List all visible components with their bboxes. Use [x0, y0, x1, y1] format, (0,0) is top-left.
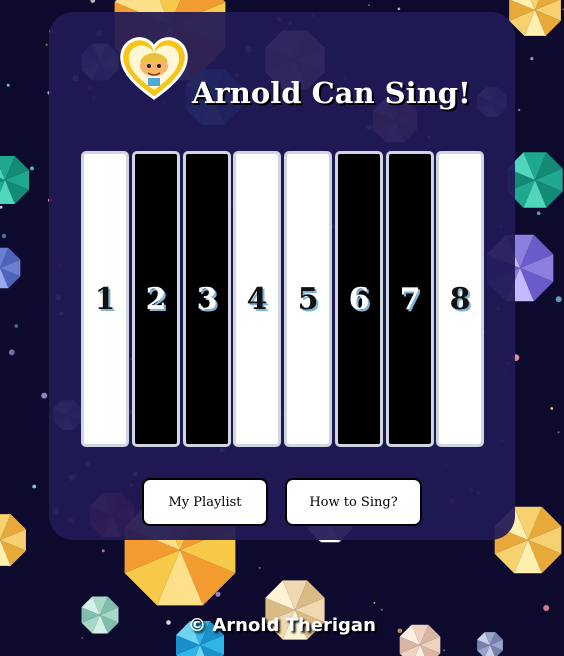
- star: [530, 57, 534, 61]
- star: [81, 637, 83, 639]
- piano-keys: 1 2 3 4 5 6 7 8: [81, 151, 484, 447]
- star: [397, 7, 401, 11]
- key-label: 8: [449, 281, 471, 317]
- my-playlist-button[interactable]: My Playlist: [142, 478, 268, 526]
- star: [1, 233, 7, 239]
- star: [215, 591, 221, 597]
- star: [101, 549, 105, 553]
- gem-shape: [507, 152, 563, 208]
- star: [32, 484, 37, 489]
- key-7[interactable]: 7: [386, 151, 434, 447]
- star: [536, 211, 541, 215]
- key-5[interactable]: 5: [284, 151, 332, 447]
- key-label: 1: [94, 281, 116, 317]
- star: [41, 392, 48, 399]
- star: [14, 324, 19, 328]
- star: [555, 296, 562, 303]
- star: [373, 602, 376, 604]
- key-2[interactable]: 2: [132, 151, 180, 447]
- star: [543, 605, 550, 611]
- star: [45, 43, 48, 47]
- key-8[interactable]: 8: [436, 151, 484, 447]
- star: [518, 108, 521, 112]
- key-label: 6: [348, 281, 370, 317]
- how-to-sing-button[interactable]: How to Sing?: [285, 478, 422, 526]
- copyright-footer: © Arnold Therigan: [188, 615, 376, 636]
- star: [368, 4, 370, 6]
- star: [6, 83, 10, 87]
- key-6[interactable]: 6: [335, 151, 383, 447]
- star: [380, 608, 383, 611]
- app-title: Arnold Can Sing!: [192, 76, 471, 110]
- key-label: 7: [399, 281, 421, 317]
- key-4[interactable]: 4: [233, 151, 281, 447]
- star: [30, 166, 34, 171]
- key-1[interactable]: 1: [81, 151, 129, 447]
- key-label: 3: [196, 281, 218, 317]
- key-3[interactable]: 3: [183, 151, 231, 447]
- key-label: 5: [297, 281, 319, 317]
- star: [443, 649, 445, 652]
- star: [557, 431, 560, 434]
- heart-portrait-icon: [120, 37, 188, 100]
- key-label: 2: [145, 281, 167, 317]
- star: [550, 407, 554, 410]
- key-label: 4: [246, 281, 268, 317]
- star: [258, 567, 261, 569]
- star: [8, 349, 15, 356]
